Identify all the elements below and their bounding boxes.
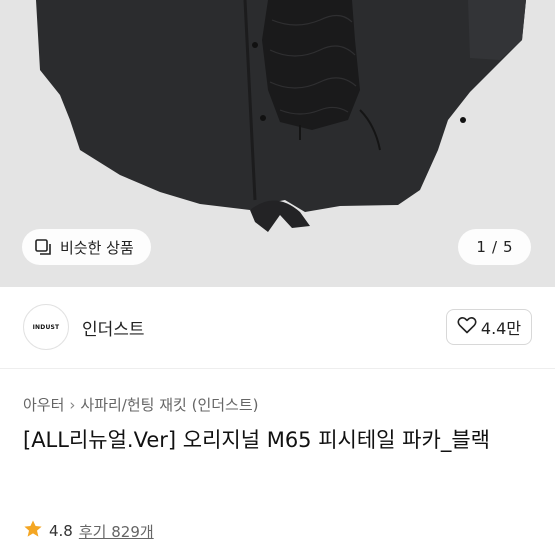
product-image-carousel[interactable]: 비슷한 상품 1 / 5	[0, 0, 555, 287]
image-counter: 1 / 5	[458, 229, 531, 265]
star-icon	[23, 519, 43, 543]
breadcrumb: 아우터 › 사파리/헌팅 재킷 (인더스트)	[23, 394, 259, 415]
image-counter-total: 5	[503, 238, 513, 256]
breadcrumb-subcategory[interactable]: 사파리/헌팅 재킷 (인더스트)	[80, 394, 258, 415]
seller-name[interactable]: 인더스트	[82, 315, 145, 340]
seller-logo-text: INDUST	[32, 323, 60, 331]
similar-products-button[interactable]: 비슷한 상품	[22, 229, 151, 265]
rating-summary: 4.8 후기 829개	[23, 519, 154, 543]
breadcrumb-category[interactable]: 아우터	[23, 394, 64, 415]
heart-icon	[457, 316, 477, 338]
product-title: [ALL리뉴얼.Ver] 오리지널 M65 피시테일 파카_블랙	[23, 428, 490, 452]
similar-products-label: 비슷한 상품	[60, 238, 134, 257]
seller-logo[interactable]: INDUST	[23, 304, 69, 350]
chevron-right-icon: ›	[69, 395, 76, 414]
image-counter-separator: /	[491, 238, 498, 256]
follow-button[interactable]: 4.4만	[446, 309, 532, 345]
image-counter-current: 1	[476, 238, 486, 256]
rating-score: 4.8	[49, 522, 73, 540]
follow-count: 4.4만	[480, 319, 522, 338]
reviews-link[interactable]: 후기 829개	[79, 521, 154, 542]
similar-items-icon	[34, 237, 54, 257]
